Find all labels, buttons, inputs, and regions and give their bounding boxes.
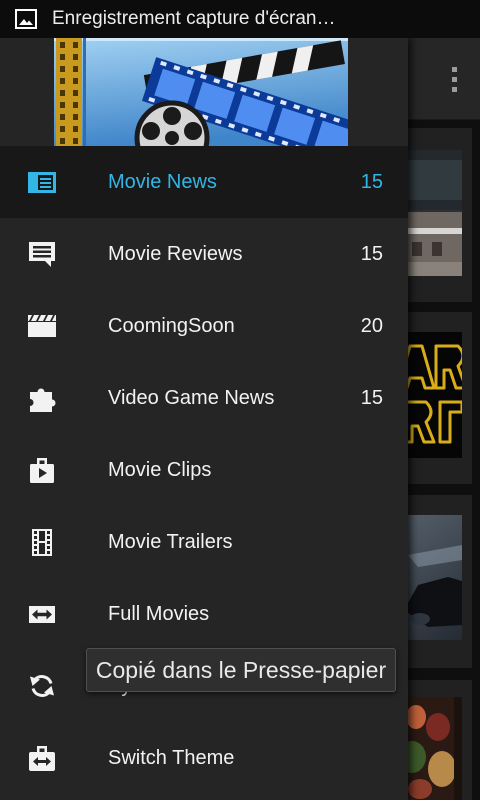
drawer-item-label: Movie Trailers <box>108 531 233 553</box>
image-icon <box>15 9 37 29</box>
drawer-item-count: 15 <box>360 243 383 265</box>
drawer-item-full-movies[interactable]: Full Movies <box>0 578 408 650</box>
notification-title: Enregistrement capture d'écran… <box>52 8 336 29</box>
film-strip-icon <box>26 526 58 558</box>
drawer-item-switch-theme[interactable]: Switch Theme <box>0 722 408 794</box>
drawer-item-coming-soon[interactable]: CoomingSoon 20 <box>0 290 408 362</box>
overflow-dot <box>451 77 457 82</box>
clapperboard-icon <box>26 310 58 342</box>
puzzle-icon <box>26 382 58 414</box>
drawer-item-video-game-news[interactable]: Video Game News 15 <box>0 362 408 434</box>
drawer-item-movie-news[interactable]: Movie News 15 <box>0 146 408 218</box>
drawer-item-label: Full Movies <box>108 603 210 625</box>
toolbox-swap-icon <box>26 742 58 774</box>
drawer-item-label: Video Game News <box>108 387 275 409</box>
drawer-item-count: 20 <box>360 315 383 337</box>
app-logo-image <box>54 38 348 146</box>
screen: Enregistrement capture d'écran… Movie Ne… <box>0 0 480 800</box>
overflow-dot <box>451 67 457 72</box>
drawer-item-label: Movie Clips <box>108 459 212 481</box>
drawer-item-label: Switch Theme <box>108 747 235 769</box>
drawer-item-movie-reviews[interactable]: Movie Reviews 15 <box>0 218 408 290</box>
sync-icon <box>26 670 58 702</box>
chat-bubble-icon <box>26 238 58 270</box>
toast-message: Copié dans le Presse-papier <box>86 648 396 692</box>
overflow-menu-icon[interactable] <box>449 67 459 97</box>
drawer-item-count: 15 <box>360 387 383 409</box>
play-case-icon <box>26 454 58 486</box>
overflow-dot <box>451 87 457 92</box>
drawer-item-label: Movie Reviews <box>108 243 243 265</box>
drawer-item-label: Movie News <box>108 171 217 193</box>
newspaper-icon <box>26 166 58 198</box>
swap-arrows-icon <box>26 598 58 630</box>
drawer-item-movie-trailers[interactable]: Movie Trailers <box>0 506 408 578</box>
drawer-header <box>0 38 408 146</box>
drawer-item-count: 15 <box>360 171 383 193</box>
drawer-item-movie-clips[interactable]: Movie Clips <box>0 434 408 506</box>
drawer-menu: Movie News 15 Movie Reviews 15 CoomingSo… <box>0 146 408 794</box>
drawer-item-label: CoomingSoon <box>108 315 235 337</box>
status-bar: Enregistrement capture d'écran… <box>0 0 480 38</box>
